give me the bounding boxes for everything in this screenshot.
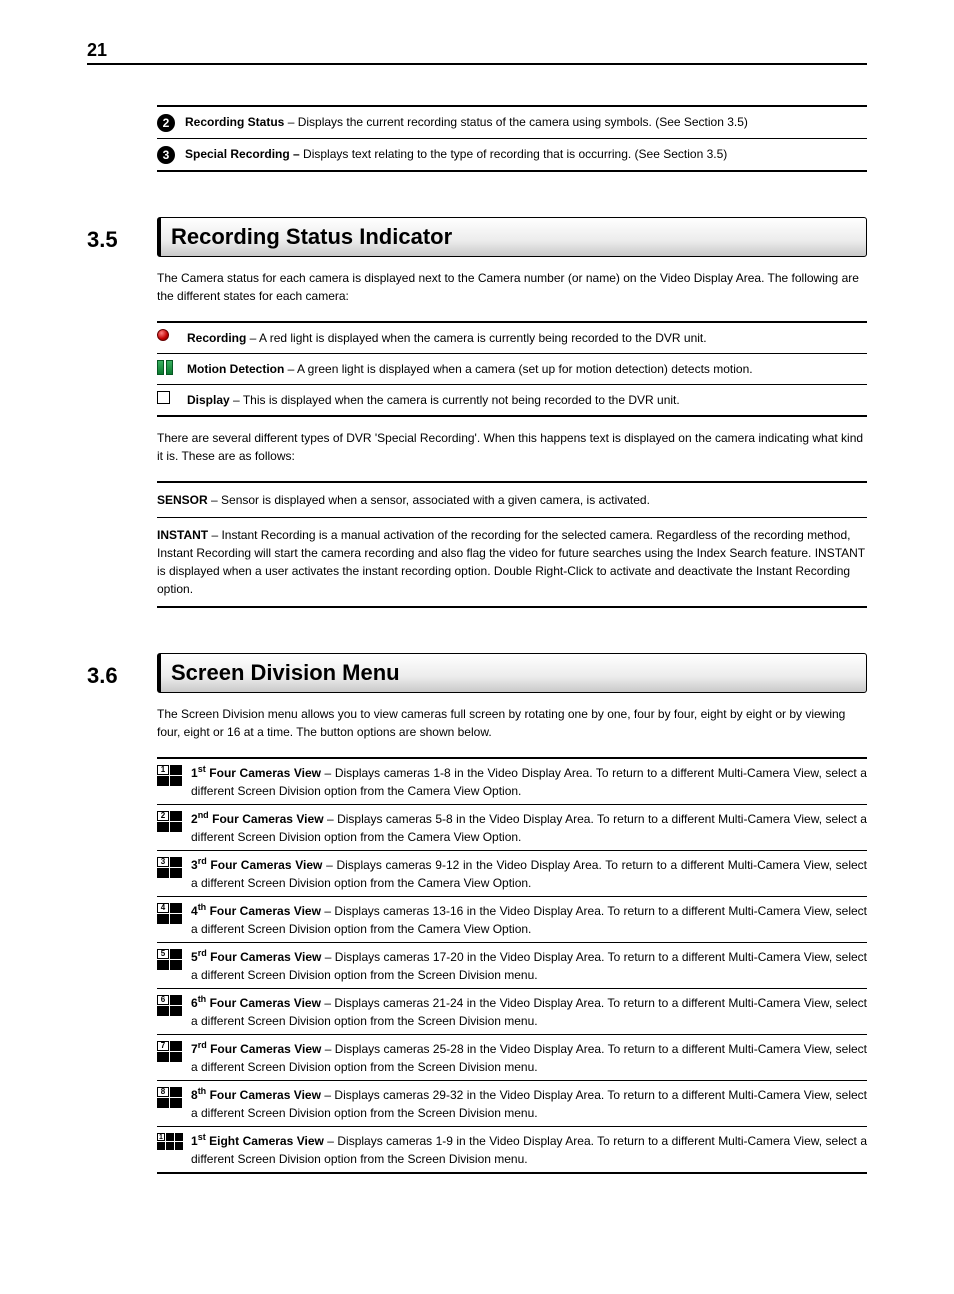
four-view-icon: 2 bbox=[157, 811, 182, 832]
four-view-icon: 8 bbox=[157, 1087, 182, 1108]
view-row: 4 4th Four Cameras View – Displays camera… bbox=[157, 897, 867, 943]
view-row: 1 1st Eight Cameras View – Displays camer… bbox=[157, 1127, 867, 1172]
view-row: 7 7rd Four Cameras View – Displays camera… bbox=[157, 1035, 867, 1081]
four-view-icon: 1 bbox=[157, 765, 182, 786]
view-text: 5rd Four Cameras View – Displays cameras… bbox=[191, 947, 867, 984]
four-view-icon: 5 bbox=[157, 949, 182, 970]
section-number-35: 3.5 bbox=[87, 227, 157, 257]
special-row: SENSOR – Sensor is displayed when a sens… bbox=[157, 483, 867, 518]
special-text: INSTANT – Instant Recording is a manual … bbox=[157, 526, 867, 598]
section-title-35: Recording Status Indicator bbox=[157, 217, 867, 257]
view-row: 1 1st Four Cameras View – Displays camera… bbox=[157, 759, 867, 805]
special-text: SENSOR – Sensor is displayed when a sens… bbox=[157, 491, 867, 509]
status-text: Recording – A red light is displayed whe… bbox=[187, 329, 867, 347]
status-text: Motion Detection – A green light is disp… bbox=[187, 360, 867, 378]
view-row: 2 2nd Four Cameras View – Displays camera… bbox=[157, 805, 867, 851]
special-intro: There are several different types of DVR… bbox=[157, 429, 867, 465]
motion-bars-icon bbox=[157, 360, 173, 375]
callout-number-icon: 3 bbox=[157, 146, 175, 164]
views-table: 1 1st Four Cameras View – Displays camera… bbox=[157, 757, 867, 1174]
view-text: 1st Eight Cameras View – Displays camera… bbox=[191, 1131, 867, 1168]
special-table: SENSOR – Sensor is displayed when a sens… bbox=[157, 481, 867, 608]
four-view-icon: 3 bbox=[157, 857, 182, 878]
four-view-icon: 7 bbox=[157, 1041, 182, 1062]
recording-dot-icon bbox=[157, 329, 169, 341]
view-row: 3 3rd Four Cameras View – Displays camera… bbox=[157, 851, 867, 897]
view-text: 6th Four Cameras View – Displays cameras… bbox=[191, 993, 867, 1030]
status-row: Motion Detection – A green light is disp… bbox=[157, 354, 867, 385]
callout-text: Special Recording – Displays text relati… bbox=[185, 145, 867, 163]
section-35-intro: The Camera status for each camera is dis… bbox=[157, 269, 867, 305]
section-36-intro: The Screen Division menu allows you to v… bbox=[157, 705, 867, 741]
view-text: 4th Four Cameras View – Displays cameras… bbox=[191, 901, 867, 938]
status-table: Recording – A red light is displayed whe… bbox=[157, 321, 867, 417]
status-text: Display – This is displayed when the cam… bbox=[187, 391, 867, 409]
view-text: 1st Four Cameras View – Displays cameras… bbox=[191, 763, 867, 800]
view-row: 6 6th Four Cameras View – Displays camera… bbox=[157, 989, 867, 1035]
page-number: 21 bbox=[87, 40, 867, 65]
callout-row: 2 Recording Status – Displays the curren… bbox=[157, 107, 867, 139]
callout-row: 3 Special Recording – Displays text rela… bbox=[157, 139, 867, 172]
display-square-icon bbox=[157, 391, 170, 404]
callout-text: Recording Status – Displays the current … bbox=[185, 113, 867, 131]
status-row: Display – This is displayed when the cam… bbox=[157, 385, 867, 415]
view-text: 2nd Four Cameras View – Displays cameras… bbox=[191, 809, 867, 846]
view-row: 8 8th Four Cameras View – Displays camera… bbox=[157, 1081, 867, 1127]
four-view-icon: 4 bbox=[157, 903, 182, 924]
view-row: 5 5rd Four Cameras View – Displays camera… bbox=[157, 943, 867, 989]
view-text: 3rd Four Cameras View – Displays cameras… bbox=[191, 855, 867, 892]
section-title-36: Screen Division Menu bbox=[157, 653, 867, 693]
section-number-36: 3.6 bbox=[87, 663, 157, 693]
callout-list: 2 Recording Status – Displays the curren… bbox=[157, 105, 867, 172]
view-text: 8th Four Cameras View – Displays cameras… bbox=[191, 1085, 867, 1122]
status-row: Recording – A red light is displayed whe… bbox=[157, 323, 867, 354]
eight-view-icon: 1 bbox=[157, 1133, 183, 1150]
callout-number-icon: 2 bbox=[157, 114, 175, 132]
four-view-icon: 6 bbox=[157, 995, 182, 1016]
view-text: 7rd Four Cameras View – Displays cameras… bbox=[191, 1039, 867, 1076]
special-row: INSTANT – Instant Recording is a manual … bbox=[157, 518, 867, 606]
